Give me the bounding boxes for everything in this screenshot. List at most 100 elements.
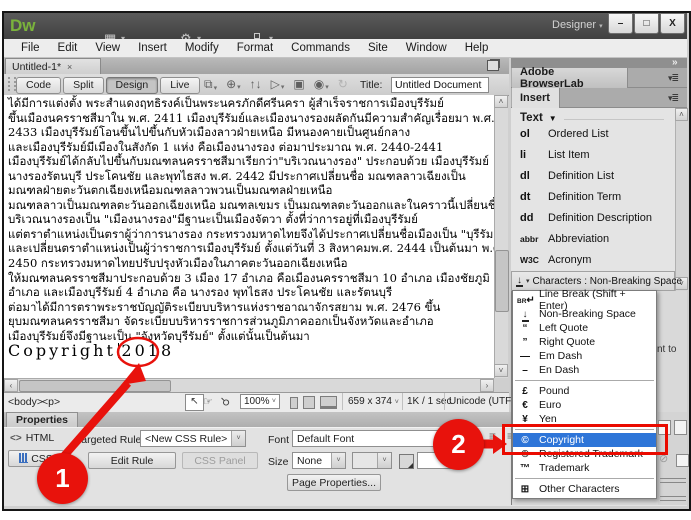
- workspace-switcher[interactable]: Designer ▾: [552, 19, 603, 31]
- insert-item-li[interactable]: liList Item: [514, 145, 672, 165]
- window-size-value[interactable]: 659 x 374 ˅: [348, 396, 399, 407]
- document-title-input[interactable]: [391, 77, 489, 93]
- insert-item-ol[interactable]: olOrdered List: [514, 124, 672, 144]
- menu-window[interactable]: Window: [397, 42, 456, 54]
- magnification-select[interactable]: 100% ˅: [240, 394, 280, 409]
- trash-icon[interactable]: [676, 454, 689, 467]
- align-left-icon[interactable]: ≡: [489, 429, 496, 443]
- view-button-split[interactable]: Split: [63, 77, 103, 94]
- menu-site[interactable]: Site: [359, 42, 397, 54]
- scroll-up-icon[interactable]: ˄: [494, 95, 508, 108]
- menu-item-label: En Dash: [539, 364, 579, 376]
- menu-item-en-dash[interactable]: –En Dash: [513, 363, 656, 377]
- menu-modify[interactable]: Modify: [176, 42, 228, 54]
- collapsed-panel-bar[interactable]: [660, 496, 686, 501]
- dd-icon: dd: [514, 212, 548, 224]
- refresh-icon[interactable]: ↻: [338, 77, 348, 91]
- css-panel-button[interactable]: CSS Panel: [182, 452, 258, 469]
- font-select[interactable]: Default Font ˅: [292, 430, 456, 447]
- properties-panel-tab[interactable]: Properties: [6, 412, 78, 427]
- divider: [444, 393, 445, 410]
- maximize-button[interactable]: □: [634, 13, 659, 34]
- html-mode-button[interactable]: <> HTML: [10, 432, 54, 444]
- menu-item-line-break[interactable]: BR↵Line Break (Shift + Enter): [513, 293, 656, 307]
- targeted-rule-select[interactable]: <New CSS Rule> ˅: [140, 430, 246, 447]
- scroll-down-icon[interactable]: ˅: [494, 364, 508, 377]
- document-tab[interactable]: Untitled-1* ×: [5, 58, 101, 74]
- scroll-left-icon[interactable]: ‹: [4, 379, 18, 392]
- menu-insert[interactable]: Insert: [129, 42, 176, 54]
- select-tool-icon[interactable]: ↖: [185, 394, 204, 411]
- view-button-design[interactable]: Design: [106, 77, 159, 94]
- insert-item-abbr[interactable]: abbrAbbreviation: [514, 229, 672, 249]
- inspect-mode-icon[interactable]: ▣: [293, 77, 304, 91]
- hand-tool-icon[interactable]: ☞: [203, 395, 213, 408]
- menu-format[interactable]: Format: [228, 42, 282, 54]
- panel-menu-icon[interactable]: ▾≣: [668, 73, 678, 84]
- menu-file[interactable]: File: [12, 42, 49, 54]
- design-view-canvas[interactable]: ได้มีการแต่งตั้ง พระสำแดงฤทธิรงค์เป็นพระ…: [4, 95, 494, 378]
- document-text-line: ให้มณฑลนครราชสีมาประกอบด้วย 3 เมือง 17 อ…: [8, 271, 492, 286]
- menu-item-trademark[interactable]: ™Trademark: [513, 461, 656, 475]
- vertical-scroll-thumb[interactable]: [495, 250, 509, 312]
- menu-item-euro[interactable]: €Euro: [513, 398, 656, 412]
- menu-view[interactable]: View: [86, 42, 129, 54]
- tag-selector-p[interactable]: <p>: [42, 396, 60, 408]
- insert-item-dd[interactable]: ddDefinition Description: [514, 208, 672, 228]
- visual-aids-icon[interactable]: ◉▾: [314, 77, 329, 91]
- panel-menu-icon[interactable]: ▾≣: [668, 93, 678, 104]
- li-icon: li: [514, 149, 548, 161]
- document-text-line: มณฑลฝ่ายตะวันตกเฉียงเหนือมณฑลลาวพวนเป็นม…: [8, 183, 492, 198]
- menu-item-pound[interactable]: £Pound: [513, 384, 656, 398]
- vertical-scrollbar[interactable]: [494, 95, 508, 378]
- horizontal-scroll-thumb[interactable]: [19, 380, 171, 392]
- insert-category-select[interactable]: Text ▼: [520, 112, 557, 124]
- size-unit-select[interactable]: ˅: [352, 452, 392, 469]
- edit-rule-button[interactable]: Edit Rule: [88, 452, 176, 469]
- scroll-right-icon[interactable]: ›: [480, 379, 494, 392]
- collapse-to-icons-icon[interactable]: »: [672, 57, 678, 68]
- live-view-navigation-icon[interactable]: ▷▾: [271, 77, 285, 91]
- view-mode-buttons: CodeSplitDesignLive: [16, 77, 200, 94]
- insert-item-W3C[interactable]: W3CAcronym: [514, 250, 672, 270]
- menu-item-non-breaking-space[interactable]: ↓Non-Breaking Space: [513, 307, 656, 321]
- view-button-live[interactable]: Live: [160, 77, 199, 94]
- document-text-line: ได้มีการแต่งตั้ง พระสำแดงฤทธิรงค์เป็นพระ…: [8, 96, 492, 111]
- restore-document-window-icon[interactable]: [487, 60, 499, 71]
- minimize-button[interactable]: –: [608, 13, 633, 34]
- menu-commands[interactable]: Commands: [282, 42, 359, 54]
- page-properties-button[interactable]: Page Properties...: [287, 474, 381, 491]
- insert-item-dt[interactable]: dtDefinition Term: [514, 187, 672, 207]
- desktop-size-icon[interactable]: [320, 396, 337, 409]
- insert-item-label: Definition Term: [548, 191, 621, 203]
- menu-item-em-dash[interactable]: —Em Dash: [513, 349, 656, 363]
- menu-item-label: Trademark: [539, 462, 589, 474]
- new-file-icon[interactable]: [674, 420, 687, 435]
- file-management-icon[interactable]: ↑↓: [250, 77, 262, 91]
- insert-panel-tab[interactable]: Insert: [512, 88, 560, 108]
- scroll-up-icon[interactable]: ˄: [675, 108, 688, 121]
- menu-edit[interactable]: Edit: [49, 42, 87, 54]
- window-controls: –□X: [608, 13, 686, 34]
- tag-selector-body[interactable]: <body>: [8, 396, 43, 408]
- tablet-size-icon[interactable]: [303, 396, 315, 409]
- insert-panel-scrollbar[interactable]: [675, 108, 688, 291]
- close-button[interactable]: X: [660, 13, 685, 34]
- euro-icon: €: [517, 400, 533, 411]
- menu-item-left-quote[interactable]: “Left Quote: [513, 321, 656, 335]
- menu-help[interactable]: Help: [456, 42, 498, 54]
- menu-item-right-quote[interactable]: ”Right Quote: [513, 335, 656, 349]
- document-text-line: มณฑลลาวเป็นมณฑลตะวันออกเฉียงเหนือ มณฑลเข…: [8, 198, 492, 213]
- insert-item-dl[interactable]: dlDefinition List: [514, 166, 672, 186]
- menu-item-other-characters[interactable]: ⊞Other Characters: [513, 482, 656, 496]
- dl-icon: dl: [514, 170, 548, 182]
- text-color-swatch[interactable]: [399, 454, 414, 469]
- browserlab-panel-tab[interactable]: Adobe BrowserLab: [512, 68, 628, 88]
- collapsed-panel-bar[interactable]: [660, 478, 686, 483]
- mobile-size-icon[interactable]: [290, 397, 298, 409]
- multiscreen-preview-icon[interactable]: ⧉▾: [204, 77, 217, 92]
- close-tab-icon[interactable]: ×: [67, 62, 72, 72]
- size-select[interactable]: None ˅: [292, 452, 346, 469]
- view-button-code[interactable]: Code: [16, 77, 61, 94]
- preview-in-browser-icon[interactable]: ⊕▾: [226, 77, 241, 91]
